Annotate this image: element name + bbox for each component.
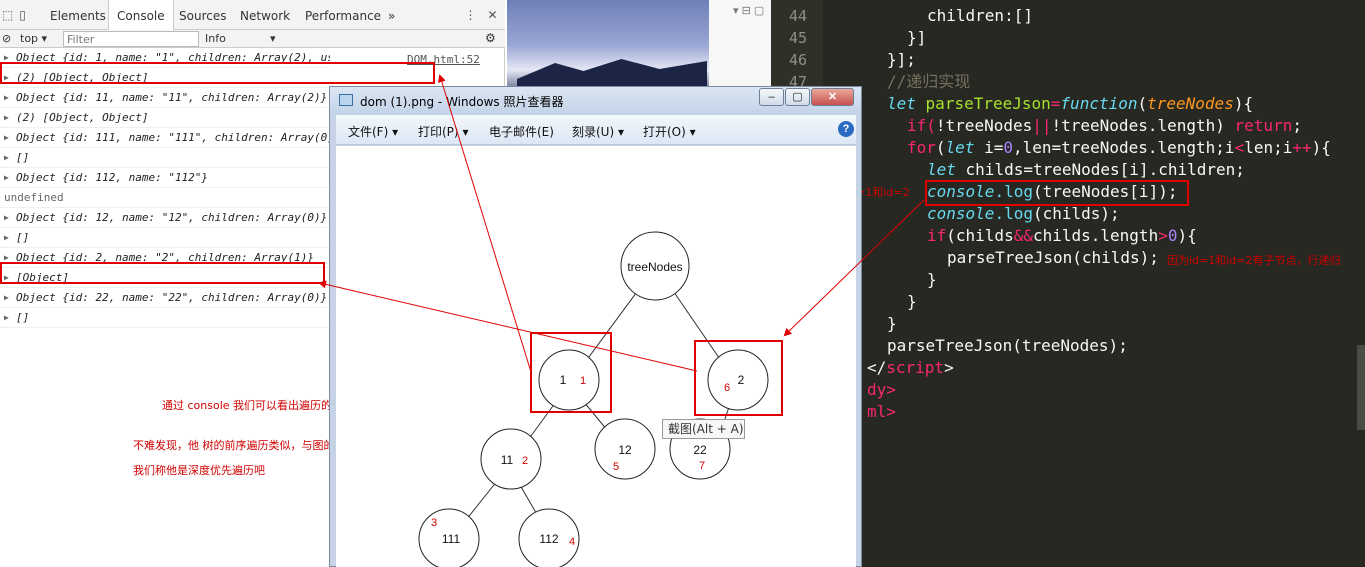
arrow-node1-to-console	[437, 74, 532, 373]
arrow-node2-to-console	[318, 280, 698, 372]
arrow-overlay	[318, 74, 925, 373]
arrow-code-to-node2	[783, 199, 925, 337]
